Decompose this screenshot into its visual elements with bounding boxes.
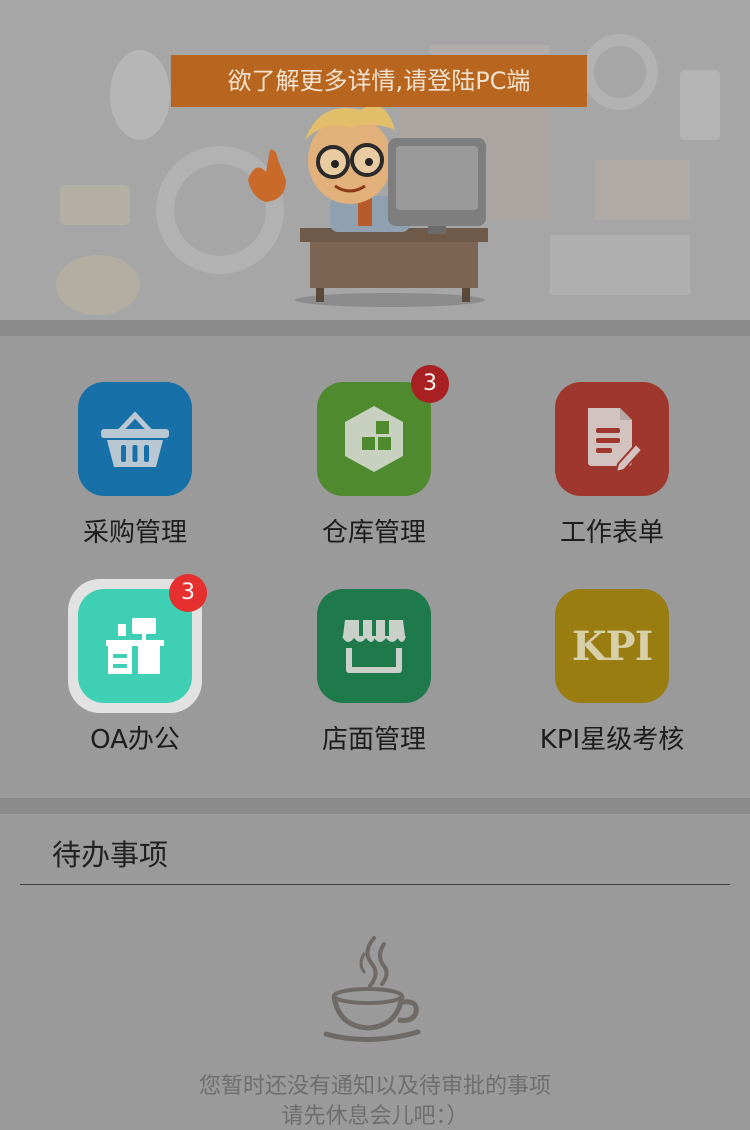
empty-state-hint: 请先休息会儿吧：） (281, 1104, 469, 1129)
storefront-icon (317, 589, 431, 703)
basket-icon (78, 382, 192, 496)
pc-login-notice: 欲了解更多详情,请登陆PC端 (171, 55, 587, 107)
form-icon (555, 382, 669, 496)
tile-label: OA办公 (90, 725, 180, 755)
tile-label: 采购管理 (82, 518, 187, 548)
kpi-icon-text: KPI (571, 622, 654, 670)
promo-banner[interactable]: 欲了解更多详情,请登陆PC端 (0, 0, 750, 320)
oa-badge: 3 (169, 574, 207, 612)
tile-kpi-rating[interactable]: KPI KPI星级考核 (512, 589, 712, 789)
tile-label: 仓库管理 (321, 518, 426, 548)
coffee-cup-icon (323, 936, 421, 1042)
todo-divider (20, 884, 730, 885)
section-divider (0, 320, 750, 336)
todo-title: 待办事项 (52, 838, 169, 872)
section-divider (0, 798, 750, 814)
tile-work-form[interactable]: 工作表单 (512, 382, 712, 582)
tile-purchase-management[interactable]: 采购管理 (35, 382, 235, 582)
warehouse-badge: 3 (411, 365, 449, 403)
banner-illustration (56, 34, 720, 315)
todo-section: 待办事项 您暂时还没有通知以及待审批的事项 请先休息会儿吧：） (0, 814, 750, 1130)
tile-warehouse-management[interactable]: 仓库管理 (274, 382, 474, 582)
empty-state-message: 您暂时还没有通知以及待审批的事项 (198, 1074, 551, 1099)
kpi-icon: KPI (555, 589, 669, 703)
warehouse-icon (317, 382, 431, 496)
tile-label: 店面管理 (321, 725, 426, 755)
tile-store-management[interactable]: 店面管理 (274, 589, 474, 789)
tile-label: 工作表单 (559, 518, 664, 548)
tile-label: KPI星级考核 (539, 725, 685, 755)
tile-oa-office[interactable]: OA办公 (35, 589, 235, 789)
